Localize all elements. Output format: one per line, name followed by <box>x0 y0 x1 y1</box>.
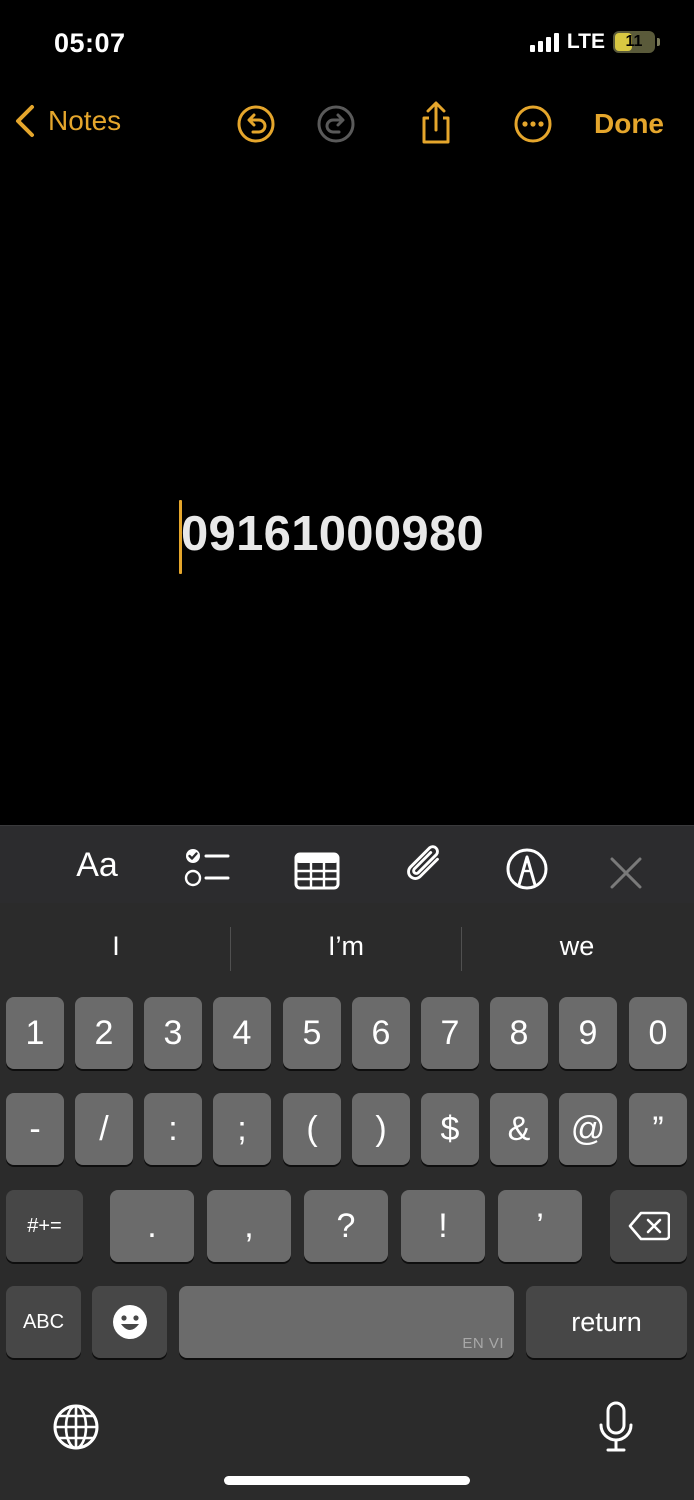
globe-icon[interactable] <box>52 1403 100 1451</box>
battery-tip <box>657 38 660 46</box>
battery-level: 11 <box>625 33 643 50</box>
key-hyphen[interactable]: - <box>6 1093 64 1165</box>
key-semicolon[interactable]: ; <box>213 1093 271 1165</box>
key-4[interactable]: 4 <box>213 997 271 1069</box>
markup-icon[interactable] <box>505 844 549 894</box>
nav-bar: Notes Done <box>0 90 694 160</box>
return-key[interactable]: return <box>526 1286 687 1358</box>
space-key[interactable]: EN VI <box>179 1286 514 1358</box>
status-indicators: LTE 11 <box>529 30 660 54</box>
checklist-icon[interactable] <box>182 842 230 892</box>
emoji-key[interactable] <box>92 1286 167 1358</box>
key-dollar[interactable]: $ <box>421 1093 479 1165</box>
microphone-icon[interactable] <box>598 1401 634 1453</box>
status-time: 05:07 <box>54 28 126 58</box>
key-8[interactable]: 8 <box>490 997 548 1069</box>
key-2[interactable]: 2 <box>75 997 133 1069</box>
chevron-left-icon <box>16 105 34 137</box>
signal-icon <box>529 32 559 52</box>
format-toolbar: Aa <box>0 825 694 903</box>
home-indicator[interactable] <box>224 1476 470 1485</box>
close-icon[interactable] <box>608 848 644 898</box>
key-6[interactable]: 6 <box>352 997 410 1069</box>
key-exclamation[interactable]: ! <box>401 1190 485 1262</box>
delete-icon <box>628 1211 670 1241</box>
key-1[interactable]: 1 <box>6 997 64 1069</box>
undo-icon[interactable] <box>236 104 276 144</box>
key-slash[interactable]: / <box>75 1093 133 1165</box>
key-close-paren[interactable]: ) <box>352 1093 410 1165</box>
delete-key[interactable] <box>610 1190 687 1262</box>
suggestion-bar: I I’m we <box>0 903 694 993</box>
done-button[interactable]: Done <box>594 108 664 140</box>
note-text[interactable]: 09161000980 <box>181 506 484 562</box>
suggestion-item[interactable]: I <box>1 931 231 962</box>
suggestion-item[interactable]: I’m <box>231 931 461 962</box>
key-0[interactable]: 0 <box>629 997 687 1069</box>
more-icon[interactable] <box>513 104 553 144</box>
key-7[interactable]: 7 <box>421 997 479 1069</box>
share-icon[interactable] <box>416 100 456 146</box>
keyboard: I I’m we 1 2 3 4 5 6 7 8 9 0 - / : ; ( )… <box>0 903 694 1500</box>
note-body[interactable]: 09161000980 <box>0 160 694 825</box>
key-apostrophe[interactable]: ’ <box>498 1190 582 1262</box>
emoji-icon <box>112 1305 147 1339</box>
key-quote[interactable]: ” <box>629 1093 687 1165</box>
attachment-icon[interactable] <box>402 840 446 890</box>
redo-icon[interactable] <box>316 104 356 144</box>
space-language-label: EN VI <box>462 1335 504 1352</box>
suggestion-item[interactable]: we <box>462 931 692 962</box>
back-button[interactable]: Notes <box>14 104 121 138</box>
status-bar: 05:07 LTE 11 <box>0 0 694 90</box>
key-colon[interactable]: : <box>144 1093 202 1165</box>
key-question[interactable]: ? <box>304 1190 388 1262</box>
battery-icon: 11 <box>613 31 655 53</box>
key-at[interactable]: @ <box>559 1093 617 1165</box>
key-period[interactable]: . <box>110 1190 194 1262</box>
key-comma[interactable]: , <box>207 1190 291 1262</box>
table-icon[interactable] <box>294 846 340 896</box>
key-5[interactable]: 5 <box>283 997 341 1069</box>
key-more-symbols[interactable]: #+= <box>6 1190 83 1262</box>
key-ampersand[interactable]: & <box>490 1093 548 1165</box>
key-open-paren[interactable]: ( <box>283 1093 341 1165</box>
abc-key[interactable]: ABC <box>6 1286 81 1358</box>
network-type: LTE <box>566 30 605 53</box>
back-label: Notes <box>48 105 122 136</box>
key-9[interactable]: 9 <box>559 997 617 1069</box>
format-text-button[interactable]: Aa <box>70 840 124 890</box>
key-3[interactable]: 3 <box>144 997 202 1069</box>
